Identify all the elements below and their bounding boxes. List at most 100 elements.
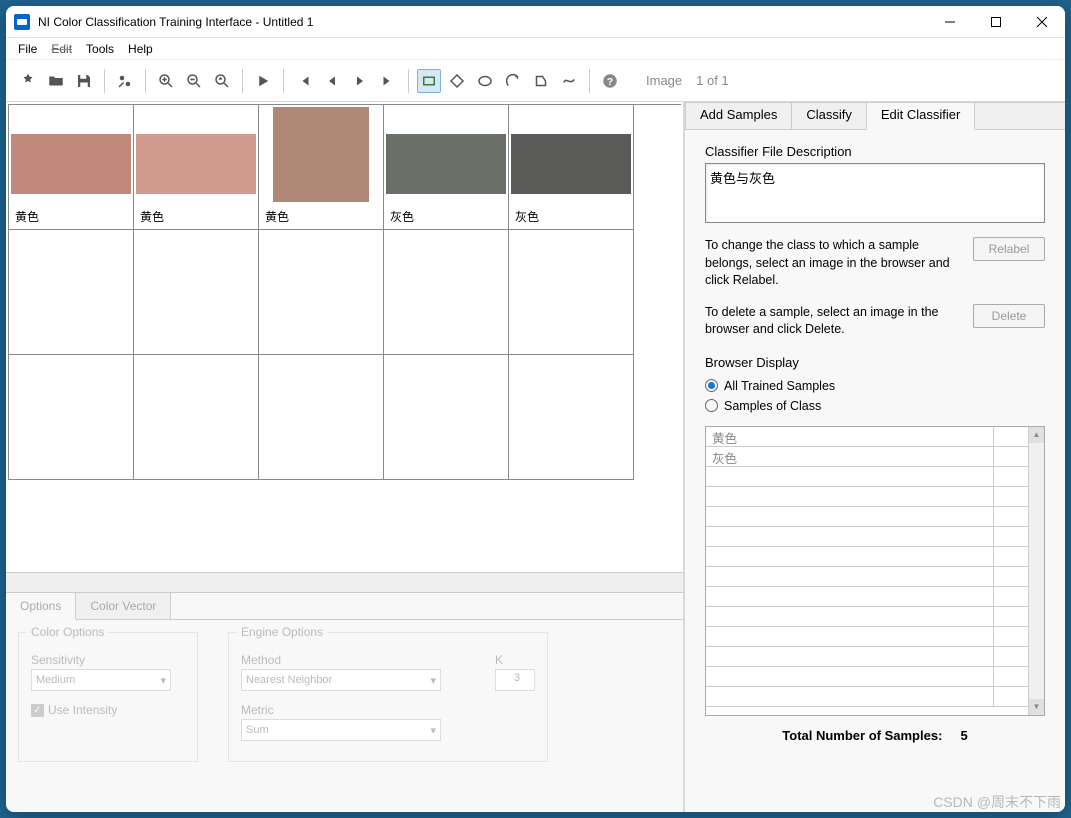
browser-cell[interactable]: 灰色 <box>509 105 634 230</box>
browser-cell[interactable] <box>384 355 509 480</box>
engine-options-title: Engine Options <box>237 625 327 639</box>
table-row[interactable] <box>706 647 1044 667</box>
play-icon[interactable] <box>251 69 275 93</box>
table-row[interactable]: 黄色3 <box>706 427 1044 447</box>
sample-label: 灰色 <box>511 206 631 227</box>
sample-swatch <box>273 107 369 202</box>
scroll-up-icon[interactable]: ▲ <box>1029 427 1044 443</box>
browser-cell[interactable] <box>259 230 384 355</box>
delete-button[interactable]: Delete <box>973 304 1045 328</box>
zoom-out-icon[interactable] <box>182 69 206 93</box>
tab-classify[interactable]: Classify <box>791 102 867 129</box>
table-row[interactable] <box>706 547 1044 567</box>
browser-cell[interactable] <box>509 355 634 480</box>
method-label: Method <box>241 653 465 667</box>
freehand-tool-icon[interactable] <box>557 69 581 93</box>
sample-swatch <box>511 134 631 194</box>
close-button[interactable] <box>1019 6 1065 38</box>
k-input[interactable]: 3 <box>495 669 535 691</box>
open-icon[interactable] <box>44 69 68 93</box>
train-icon[interactable] <box>113 69 137 93</box>
menu-file[interactable]: File <box>12 40 43 58</box>
tab-options[interactable]: Options <box>6 593 76 620</box>
sample-label: 黄色 <box>136 206 256 227</box>
sample-browser: 黄色黄色黄色灰色灰色 <box>6 102 683 572</box>
method-select[interactable]: Nearest Neighbor▾ <box>241 669 441 691</box>
sample-swatch <box>386 134 506 194</box>
browser-cell[interactable]: 黄色 <box>259 105 384 230</box>
radio-samples-of-class[interactable]: Samples of Class <box>705 399 1045 413</box>
save-icon[interactable] <box>72 69 96 93</box>
menubar: File Edit Tools Help <box>6 38 1065 60</box>
scrollbar[interactable]: ▲ ▼ <box>1028 427 1044 715</box>
browser-cell[interactable]: 黄色 <box>134 105 259 230</box>
browser-cell[interactable] <box>134 230 259 355</box>
menu-edit[interactable]: Edit <box>45 40 78 58</box>
delete-text: To delete a sample, select an image in t… <box>705 304 963 339</box>
next-icon[interactable] <box>348 69 372 93</box>
table-row[interactable]: 灰色2 <box>706 447 1044 467</box>
new-icon[interactable] <box>16 69 40 93</box>
zoom-in-icon[interactable] <box>154 69 178 93</box>
polygon-tool-icon[interactable] <box>529 69 553 93</box>
tab-color-vector[interactable]: Color Vector <box>76 593 171 619</box>
desc-input[interactable] <box>705 163 1045 223</box>
metric-label: Metric <box>241 703 535 717</box>
sensitivity-label: Sensitivity <box>31 653 185 667</box>
table-row[interactable] <box>706 487 1044 507</box>
table-row[interactable] <box>706 567 1044 587</box>
k-label: K <box>495 653 535 667</box>
browser-cell[interactable] <box>509 230 634 355</box>
tab-edit-classifier[interactable]: Edit Classifier <box>866 102 975 130</box>
menu-help[interactable]: Help <box>122 40 159 58</box>
minimize-button[interactable] <box>927 6 973 38</box>
use-intensity-label: Use Intensity <box>48 703 117 717</box>
table-row[interactable] <box>706 627 1044 647</box>
sample-label: 黄色 <box>261 206 381 227</box>
menu-tools[interactable]: Tools <box>80 40 120 58</box>
prev-icon[interactable] <box>320 69 344 93</box>
browser-cell[interactable] <box>134 355 259 480</box>
browser-display-label: Browser Display <box>705 355 1045 370</box>
oval-tool-icon[interactable] <box>473 69 497 93</box>
table-row[interactable] <box>706 467 1044 487</box>
table-row[interactable] <box>706 687 1044 707</box>
browser-cell[interactable]: 黄色 <box>9 105 134 230</box>
browser-cell[interactable] <box>259 355 384 480</box>
relabel-text: To change the class to which a sample be… <box>705 237 963 290</box>
metric-select[interactable]: Sum▾ <box>241 719 441 741</box>
browser-cell[interactable] <box>9 230 134 355</box>
window-title: NI Color Classification Training Interfa… <box>38 15 927 29</box>
image-label: Image <box>646 73 682 88</box>
sample-swatch <box>136 134 256 194</box>
desc-label: Classifier File Description <box>705 144 1045 159</box>
relabel-button[interactable]: Relabel <box>973 237 1045 261</box>
maximize-button[interactable] <box>973 6 1019 38</box>
rect-tool-icon[interactable] <box>417 69 441 93</box>
table-row[interactable] <box>706 607 1044 627</box>
scroll-down-icon[interactable]: ▼ <box>1029 699 1044 715</box>
table-row[interactable] <box>706 527 1044 547</box>
sensitivity-select[interactable]: Medium▾ <box>31 669 171 691</box>
total-label: Total Number of Samples: <box>782 728 942 743</box>
annulus-tool-icon[interactable] <box>501 69 525 93</box>
class-table[interactable]: 黄色3灰色2 ▲ ▼ <box>705 426 1045 716</box>
browser-cell[interactable] <box>9 355 134 480</box>
table-row[interactable] <box>706 667 1044 687</box>
sample-swatch <box>11 134 131 194</box>
sample-label: 黄色 <box>11 206 131 227</box>
titlebar: NI Color Classification Training Interfa… <box>6 6 1065 38</box>
tab-spacer <box>974 102 1065 129</box>
table-row[interactable] <box>706 587 1044 607</box>
browser-cell[interactable] <box>384 230 509 355</box>
radio-all-trained[interactable]: All Trained Samples <box>705 379 1045 393</box>
browser-cell[interactable]: 灰色 <box>384 105 509 230</box>
last-icon[interactable] <box>376 69 400 93</box>
use-intensity-checkbox[interactable]: ✓ <box>31 704 44 717</box>
rotated-rect-icon[interactable] <box>445 69 469 93</box>
help-icon[interactable]: ? <box>598 69 622 93</box>
first-icon[interactable] <box>292 69 316 93</box>
tab-add-samples[interactable]: Add Samples <box>685 102 792 129</box>
zoom-fit-icon[interactable] <box>210 69 234 93</box>
table-row[interactable] <box>706 507 1044 527</box>
